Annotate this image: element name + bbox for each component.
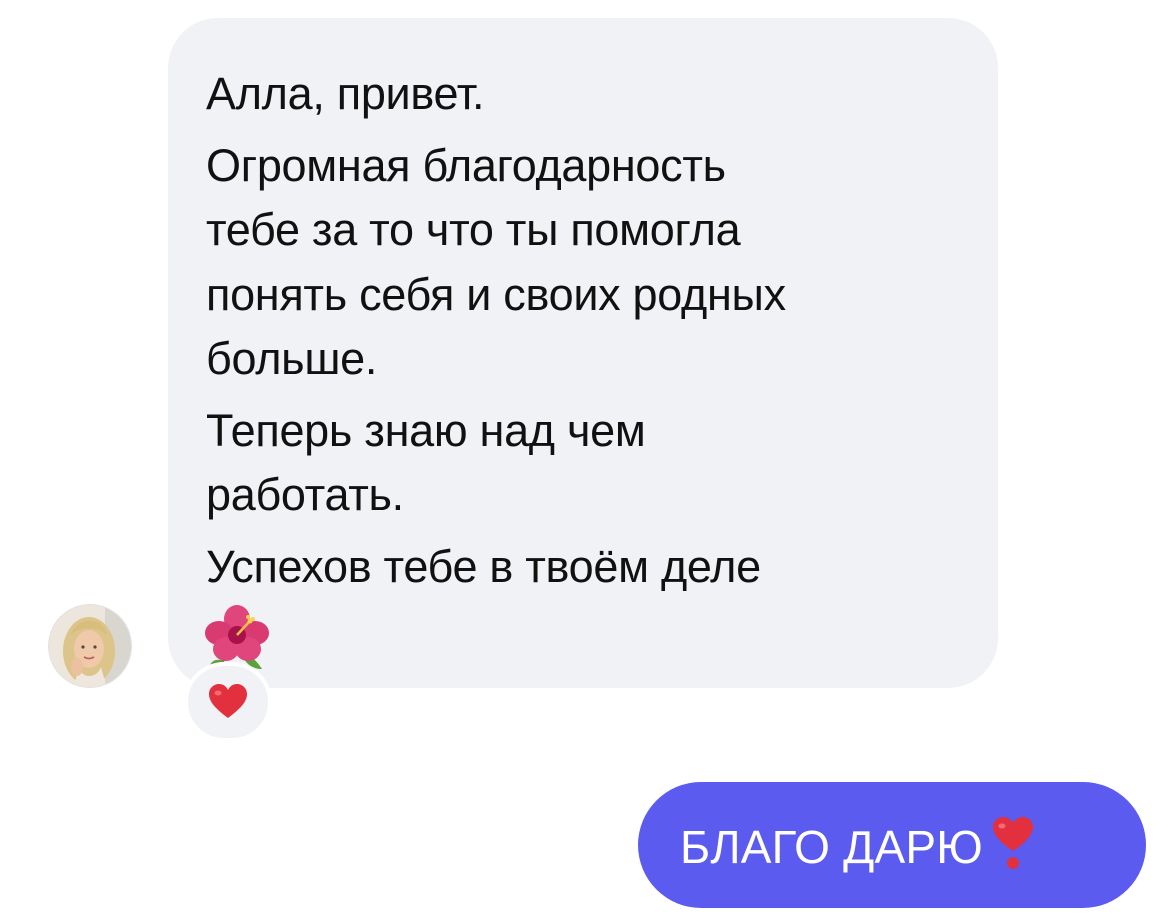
chat-thread: Алла, привет. Огромная благодарность теб… xyxy=(0,0,1170,919)
message-line: работать. xyxy=(206,469,404,520)
message-line: понять себя и своих родных xyxy=(206,268,786,320)
message-line: Алла, привет. xyxy=(206,68,485,119)
message-line: Огромная благодарность xyxy=(206,139,726,191)
avatar[interactable] xyxy=(48,604,132,688)
reaction-badge[interactable] xyxy=(184,662,272,742)
outgoing-message-text: БЛАГО ДАРЮ xyxy=(680,816,1035,874)
outgoing-message-label: БЛАГО ДАРЮ xyxy=(680,820,983,873)
red-heart-icon xyxy=(209,684,247,718)
message-line: Теперь знаю над чем xyxy=(206,404,646,456)
incoming-message-bubble[interactable]: Алла, привет. Огромная благодарность теб… xyxy=(168,18,998,688)
message-line: больше. xyxy=(206,333,378,384)
outgoing-message-bubble[interactable]: БЛАГО ДАРЮ xyxy=(638,782,1146,908)
message-line: Успехов тебе в твоём деле xyxy=(206,540,761,592)
message-line: тебе за то что ты помогла xyxy=(206,204,741,255)
incoming-message-text: Алла, привет. Огромная благодарность теб… xyxy=(206,62,958,599)
heart-exclamation-icon xyxy=(992,816,1033,869)
avatar-photo-icon xyxy=(49,605,131,687)
